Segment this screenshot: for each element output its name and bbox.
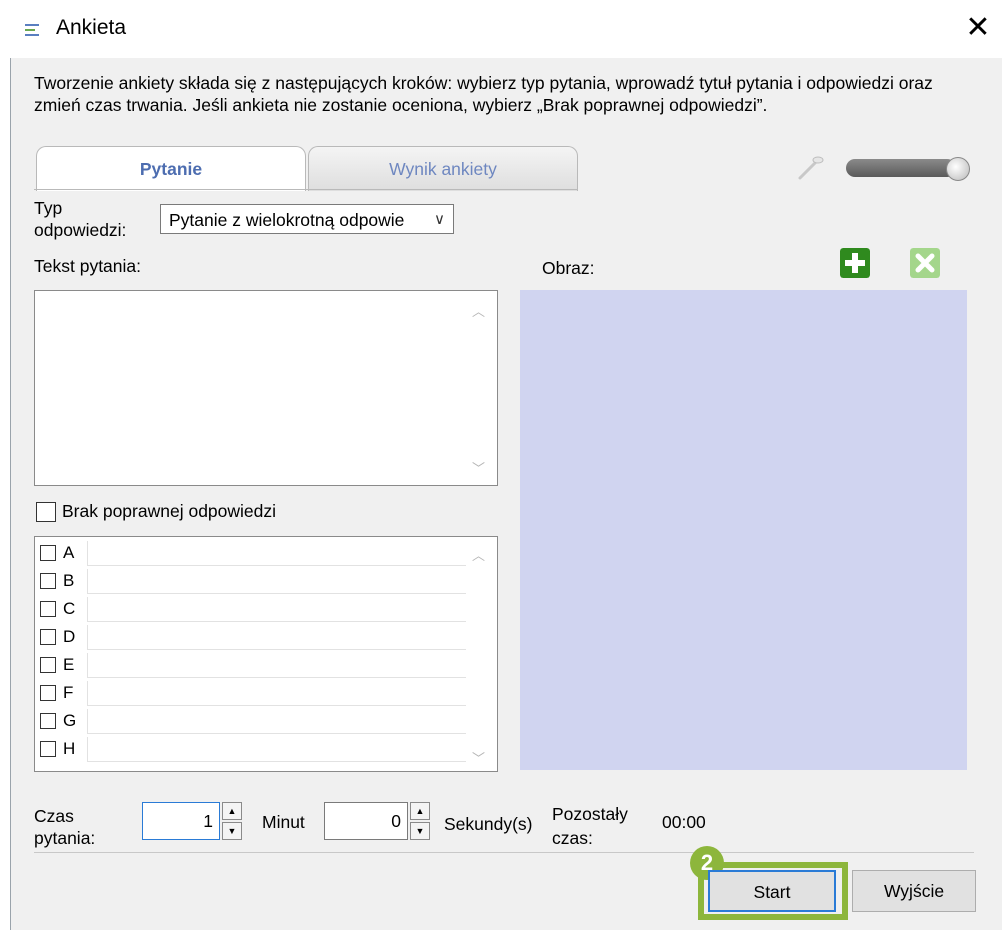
- chevron-down-icon: ∨: [434, 211, 445, 228]
- slider-handle[interactable]: [946, 157, 970, 181]
- scroll-up-icon[interactable]: ︿: [472, 301, 485, 320]
- slider-track[interactable]: [846, 159, 956, 177]
- answer-row-e: E: [35, 651, 475, 679]
- answer-letter-h: H: [63, 739, 76, 758]
- answer-letter-g: G: [63, 711, 77, 730]
- seconds-input[interactable]: 0: [324, 802, 408, 840]
- remaining-time-label-2: czas:: [552, 828, 593, 848]
- answers-list: A B C D E F G H ︿ ﹀: [34, 536, 498, 772]
- answer-checkbox-g[interactable]: [40, 713, 56, 729]
- answer-field-f[interactable]: [87, 681, 466, 706]
- answer-letter-e: E: [63, 655, 75, 674]
- instructions-text: Tworzenie ankiety składa się z następują…: [34, 73, 933, 115]
- remaining-time-label-1: Pozostały: [552, 804, 628, 824]
- answer-type-value: Pytanie z wielokrotną odpowie: [169, 210, 405, 230]
- answer-row-g: G: [35, 707, 475, 735]
- answer-letter-c: C: [63, 599, 76, 618]
- seconds-up-button[interactable]: ▲: [410, 802, 430, 820]
- answer-letter-f: F: [63, 683, 74, 702]
- scroll-down-icon[interactable]: ﹀: [472, 458, 485, 477]
- answer-checkbox-c[interactable]: [40, 601, 56, 617]
- minutes-unit-label: Minut: [262, 812, 305, 832]
- minutes-down-button[interactable]: ▼: [222, 822, 242, 840]
- minutes-up-button[interactable]: ▲: [222, 802, 242, 820]
- window-title: Ankieta: [56, 16, 127, 39]
- answer-field-g[interactable]: [87, 709, 466, 734]
- answer-field-d[interactable]: [87, 625, 466, 650]
- image-label: Obraz:: [542, 258, 595, 278]
- answer-row-a: A: [35, 539, 475, 567]
- answer-row-h: H: [35, 735, 475, 763]
- answer-row-c: C: [35, 595, 475, 623]
- no-correct-answer-checkbox[interactable]: [36, 502, 56, 522]
- seconds-unit-label: Sekundy(s): [444, 814, 533, 834]
- seconds-down-button[interactable]: ▼: [410, 822, 430, 840]
- answer-field-h[interactable]: [87, 737, 466, 762]
- minutes-stepper[interactable]: ▲ ▼: [222, 802, 242, 840]
- answer-type-label-1: Typ: [34, 198, 63, 218]
- answer-letter-d: D: [63, 627, 76, 646]
- answer-checkbox-h[interactable]: [40, 741, 56, 757]
- answer-row-f: F: [35, 679, 475, 707]
- tab-divider: [34, 189, 578, 190]
- brush-icon: [798, 156, 824, 180]
- footer-divider: [34, 852, 974, 853]
- answer-field-e[interactable]: [87, 653, 466, 678]
- start-button[interactable]: Start: [708, 870, 836, 912]
- question-time-label-2: pytania:: [34, 828, 96, 848]
- answer-row-b: B: [35, 567, 475, 595]
- answer-type-select[interactable]: Pytanie z wielokrotną odpowie ∨: [160, 204, 454, 234]
- tab-question[interactable]: Pytanie: [36, 146, 306, 191]
- app-icon: [25, 24, 39, 36]
- remaining-time-value: 00:00: [662, 812, 706, 832]
- exit-button[interactable]: Wyjście: [852, 870, 976, 912]
- close-icon[interactable]: ✕: [962, 12, 994, 44]
- no-correct-answer-label: Brak poprawnej odpowiedzi: [62, 501, 277, 521]
- title-bar: [10, 0, 1002, 58]
- answer-row-d: D: [35, 623, 475, 651]
- answer-checkbox-d[interactable]: [40, 629, 56, 645]
- answer-checkbox-e[interactable]: [40, 657, 56, 673]
- answer-checkbox-a[interactable]: [40, 545, 56, 561]
- x-icon[interactable]: [910, 248, 940, 278]
- scroll-down-icon[interactable]: ﹀: [472, 748, 485, 767]
- answer-field-a[interactable]: [87, 541, 466, 566]
- scroll-up-icon[interactable]: ︿: [472, 545, 485, 564]
- answer-field-b[interactable]: [87, 569, 466, 594]
- tab-poll-result[interactable]: Wynik ankiety: [308, 146, 578, 191]
- image-drop-area[interactable]: [520, 290, 967, 770]
- answer-type-label-2: odpowiedzi:: [34, 220, 127, 240]
- question-text-input[interactable]: ︿ ﹀: [34, 290, 498, 486]
- seconds-stepper[interactable]: ▲ ▼: [410, 802, 430, 840]
- answer-checkbox-f[interactable]: [40, 685, 56, 701]
- answer-letter-a: A: [63, 543, 75, 562]
- question-text-label: Tekst pytania:: [34, 256, 141, 276]
- answer-letter-b: B: [63, 571, 75, 590]
- answer-field-c[interactable]: [87, 597, 466, 622]
- plus-icon[interactable]: [840, 248, 870, 278]
- minutes-input[interactable]: 1: [142, 802, 220, 840]
- question-time-label-1: Czas: [34, 806, 74, 826]
- answer-checkbox-b[interactable]: [40, 573, 56, 589]
